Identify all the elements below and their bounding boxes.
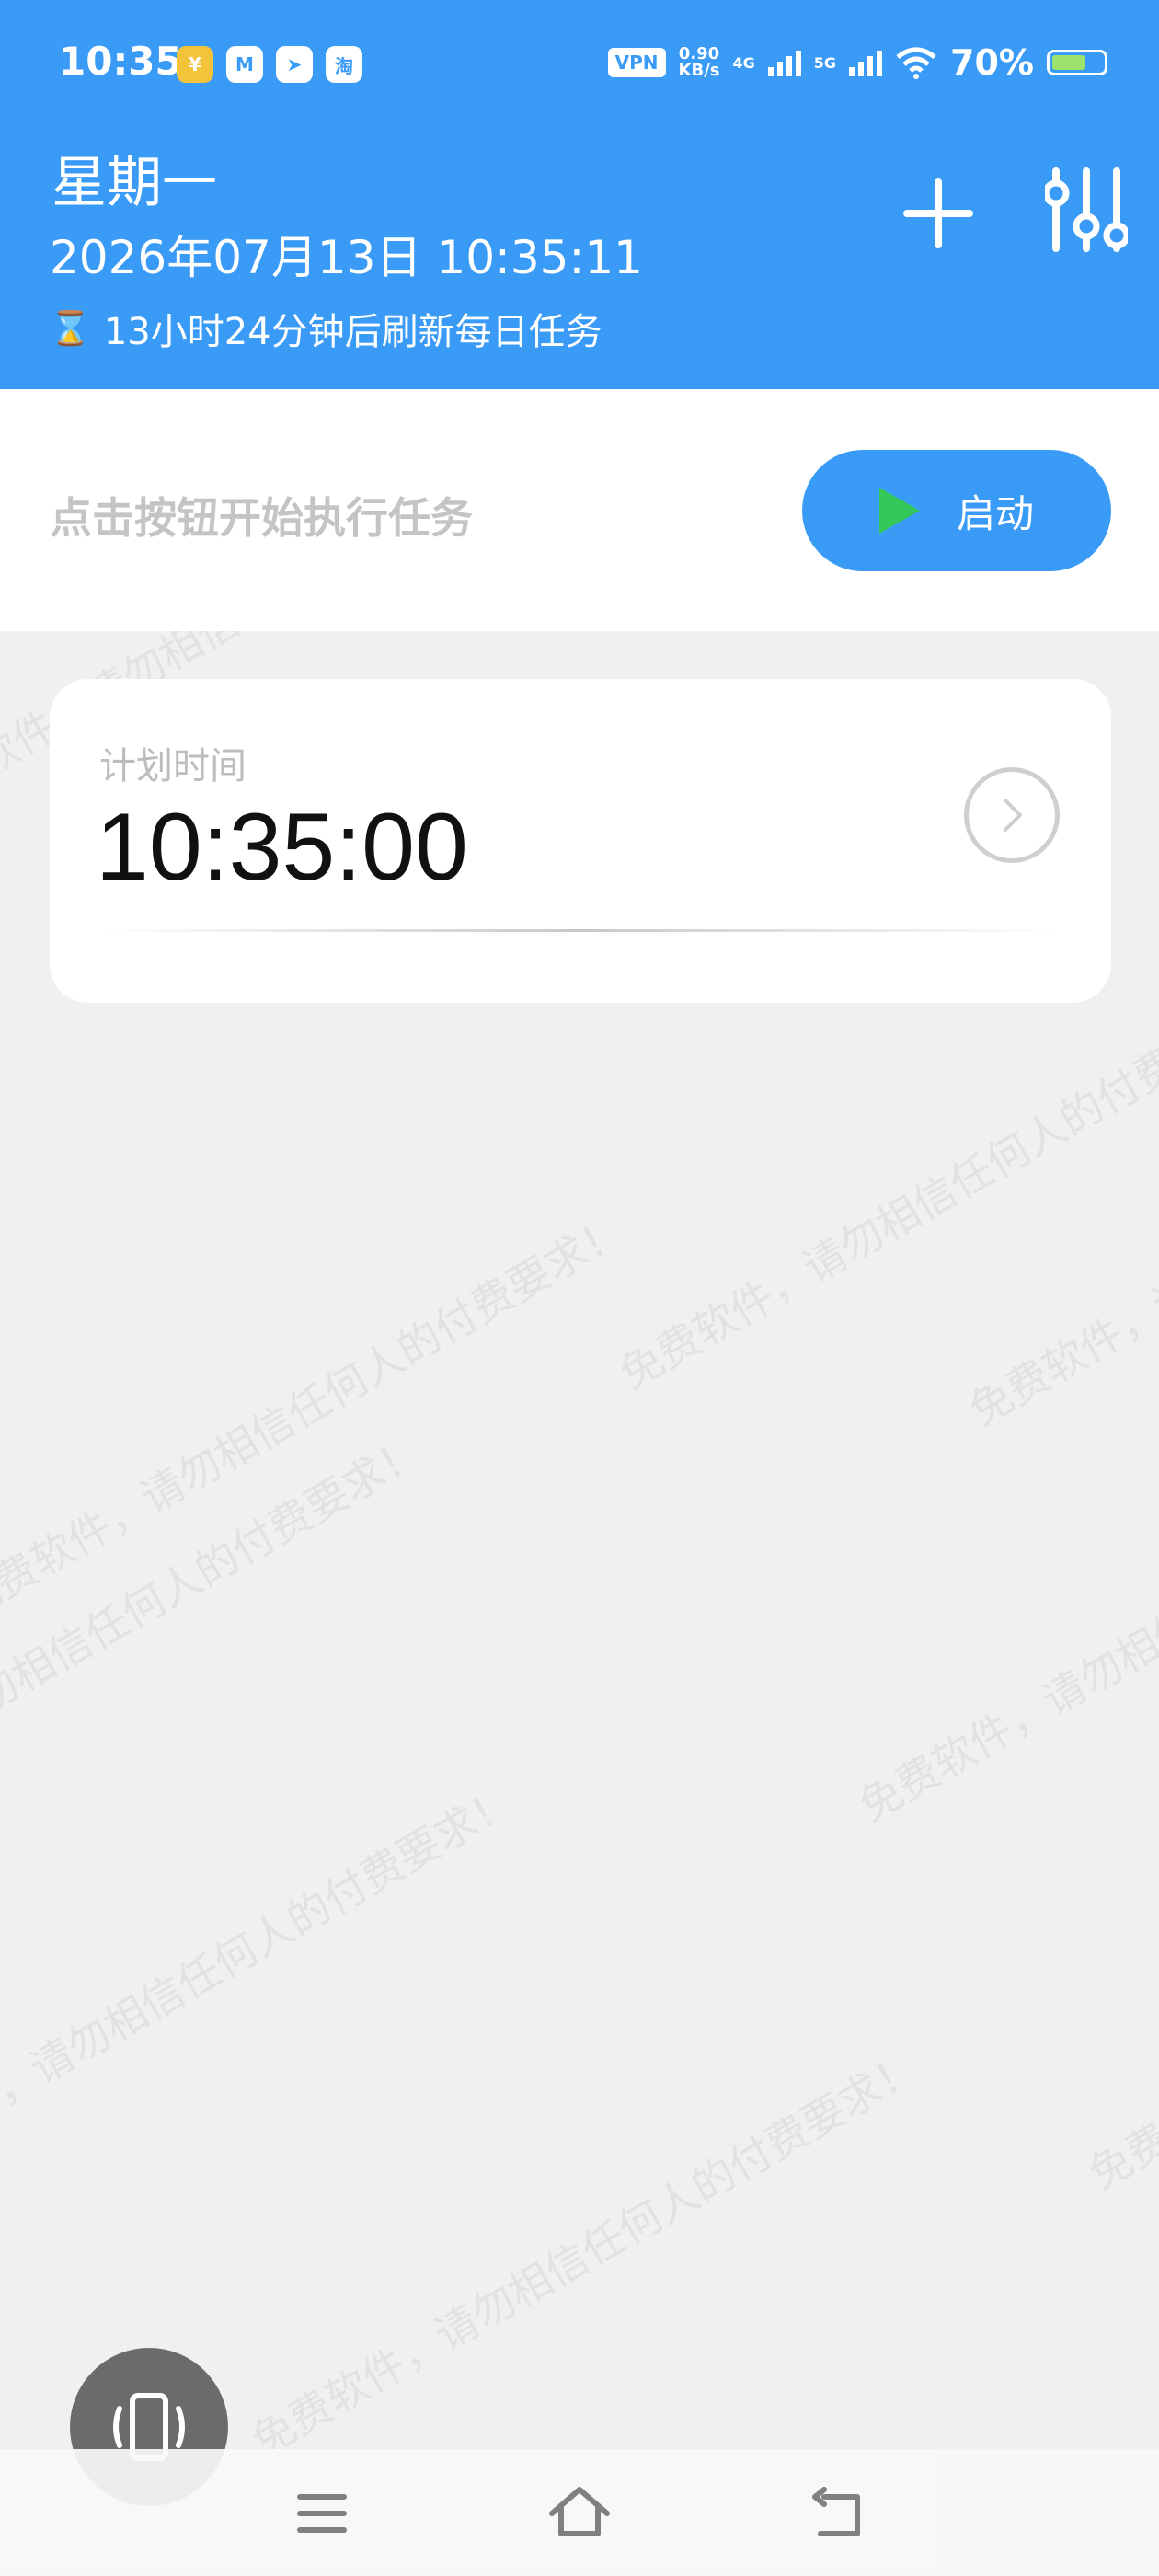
watermark-text: 免费软件，请勿相信任何人的付费要求！: [0, 1425, 431, 1850]
vpn-badge: VPN: [607, 48, 666, 77]
task-card[interactable]: 计划时间 10:35:00: [50, 679, 1111, 1003]
status-bar: 10:35 ¥ M ➤ 淘 VPN 0.90 KB/s 4G 5G 70%: [0, 0, 1159, 136]
nav-home-button[interactable]: [543, 2477, 616, 2550]
home-icon: [549, 2487, 610, 2536]
watermark-text: 免费软件，请勿相信任何人的付费要求！: [0, 1775, 523, 2200]
battery-percent: 70%: [950, 42, 1034, 83]
action-panel: 点击按钮开始执行任务 启动: [0, 389, 1159, 631]
mail-app-icon: M: [226, 46, 263, 83]
settings-button[interactable]: [1042, 166, 1130, 254]
start-button[interactable]: 启动: [802, 450, 1111, 571]
battery-icon: [1047, 50, 1107, 75]
telegram-app-icon: ➤: [276, 46, 313, 83]
speed-unit: KB/s: [678, 61, 720, 80]
scheduled-time-value: 10:35:00: [96, 794, 468, 901]
status-indicators: VPN 0.90 KB/s 4G 5G 70%: [607, 42, 1107, 83]
start-hint: 点击按钮开始执行任务: [50, 493, 473, 543]
weekday-label: 星期一: [52, 151, 217, 215]
signal-icon-2: [849, 49, 883, 76]
refresh-text: 13小时24分钟后刷新每日任务: [103, 311, 602, 353]
notification-icons: ¥ M ➤ 淘: [177, 46, 362, 83]
system-navigation-bar: [0, 2449, 1159, 2576]
watermark-text: 免费软件，请勿相信任何人的付费要求！: [960, 1011, 1159, 1436]
hourglass-icon: ⌛: [50, 310, 91, 348]
chevron-right-icon: [1004, 799, 1022, 832]
scheduled-time-label: 计划时间: [99, 745, 247, 788]
taobao-app-icon: 淘: [326, 46, 362, 83]
status-time: 10:35: [59, 39, 182, 84]
watermark-text: 免费软件，请勿相信任何人的付费要求！: [850, 1407, 1159, 1832]
refresh-countdown: ⌛ 13小时24分钟后刷新每日任务: [50, 302, 602, 355]
plus-icon: [903, 178, 973, 248]
wifi-icon: [896, 47, 936, 79]
nav-menu-button[interactable]: [285, 2477, 359, 2550]
watermark-text: 免费软件，请勿相信任何人的付费要求！: [611, 974, 1159, 1399]
network-type-4g: 4G: [732, 53, 755, 72]
watermark-text: 免费软件，请勿相信任何人的付费要求！: [1080, 1775, 1159, 2200]
app-header: 10:35 ¥ M ➤ 淘 VPN 0.90 KB/s 4G 5G 70% 星期…: [0, 0, 1159, 389]
watermark-text: 免费软件，请勿相信任何人的付费要求！: [243, 2041, 928, 2467]
current-datetime: 2026年07月13日 10:35:11: [50, 231, 643, 284]
signal-icon: [767, 49, 801, 76]
menu-icon: [297, 2494, 347, 2533]
card-divider: [99, 929, 1061, 932]
nav-back-button[interactable]: [800, 2477, 874, 2550]
network-speed: 0.90 KB/s: [679, 46, 720, 79]
back-icon: [812, 2487, 860, 2536]
card-open-button[interactable]: [964, 767, 1060, 863]
sliders-icon: [1042, 167, 1130, 252]
add-task-button[interactable]: [900, 175, 977, 252]
coin-app-icon: ¥: [177, 46, 213, 83]
play-icon: [878, 488, 920, 534]
start-button-label: 启动: [956, 490, 1034, 536]
network-type-5g: 5G: [813, 53, 837, 72]
battery-fill: [1052, 55, 1085, 70]
watermark-text: 免费软件，请勿相信任何人的付费要求！: [0, 1204, 634, 1629]
